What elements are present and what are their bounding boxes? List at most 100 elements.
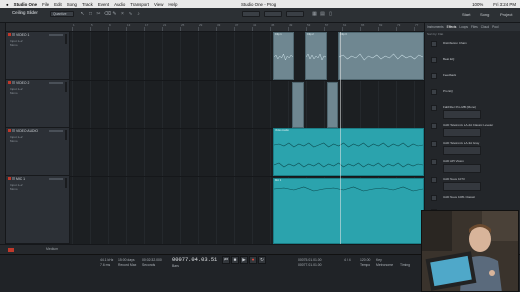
browser-item[interactable]: Pro EQ xyxy=(443,89,453,93)
edit-view-icon[interactable]: ▤ xyxy=(320,12,325,17)
loop-start[interactable]: 00075.01.01.00 xyxy=(298,258,322,262)
timebase-dropdown[interactable] xyxy=(264,11,282,17)
audio-clip[interactable]: Mic 1 xyxy=(273,178,424,244)
ruler-bar-number: 49 xyxy=(289,23,293,27)
metronome-label[interactable]: Metronome xyxy=(376,263,393,267)
loop-end[interactable]: 00077.01.01.00 xyxy=(298,263,322,267)
start-page-button[interactable]: Start xyxy=(462,12,470,17)
grid-icon[interactable]: ▦ xyxy=(312,12,317,17)
mute-tool-icon[interactable]: × xyxy=(120,12,125,17)
menu-view[interactable]: View xyxy=(154,2,163,7)
record-arm-button[interactable] xyxy=(8,33,11,36)
volume-slider[interactable] xyxy=(49,130,63,132)
stop-button[interactable]: ■ xyxy=(231,256,239,264)
position-bars[interactable]: 00077.04.03.51 xyxy=(172,257,217,263)
arrange-view[interactable]: Clip 1 Clip 2 Clip 3 Video Audio Mic 1 xyxy=(70,32,424,244)
track-name[interactable]: VIDEO 2 xyxy=(16,81,29,85)
track-name[interactable]: VIDEO 1 xyxy=(16,33,29,37)
ruler-tick xyxy=(360,27,361,31)
tab-effects[interactable]: Effects xyxy=(447,25,457,29)
loop-button[interactable]: ↻ xyxy=(258,256,266,264)
menu-help[interactable]: Help xyxy=(168,2,177,7)
timeline-ruler[interactable]: 1 5 9 13 17 21 25 29 33 37 41 45 49 53 57 61 65 69 73 77 xyxy=(6,23,424,32)
audio-clip[interactable] xyxy=(292,82,304,128)
play-button[interactable]: ▶ xyxy=(240,256,248,264)
menu-song[interactable]: Song xyxy=(67,2,77,7)
audio-clip[interactable]: Clip 1 xyxy=(273,32,294,80)
audio-clip[interactable] xyxy=(327,82,338,128)
project-page-button[interactable]: Project xyxy=(500,12,512,17)
app-menu[interactable]: Studio One xyxy=(14,2,37,7)
snap-dropdown[interactable]: Quantize xyxy=(50,11,74,17)
track-mode: Mono xyxy=(10,91,18,95)
browser-item[interactable]: Feedback xyxy=(443,73,456,77)
menu-edit[interactable]: Edit xyxy=(54,2,62,7)
volume-slider[interactable] xyxy=(49,82,63,84)
timing-label[interactable]: Timing xyxy=(400,263,410,267)
track-mode: Mono xyxy=(10,187,18,191)
key-label[interactable]: Key xyxy=(376,258,382,262)
browser-item[interactable]: Beat EQ xyxy=(443,57,454,61)
record-arm-button[interactable] xyxy=(8,129,11,132)
eraser-tool-icon[interactable]: ⌫ xyxy=(104,12,111,17)
monitor-button[interactable] xyxy=(12,81,15,84)
grid-line xyxy=(198,32,199,244)
record-arm-button[interactable] xyxy=(8,177,11,180)
browser-item[interactable]: UAD API Vision xyxy=(443,159,464,163)
browser-tabs: Instruments Effects Loops Files Cloud Po… xyxy=(425,23,520,31)
time-signature[interactable]: 4 / 4 xyxy=(344,258,351,262)
level-meter xyxy=(65,34,67,44)
split-tool-icon[interactable]: ✂ xyxy=(96,12,101,17)
listen-tool-icon[interactable]: ♪ xyxy=(136,12,141,17)
browser-item[interactable]: UAD Teletronix LA-2A Classic Leveler xyxy=(443,123,493,127)
mix-view-icon[interactable]: ▯ xyxy=(328,12,333,17)
monitor-button[interactable] xyxy=(12,33,15,36)
audio-clip[interactable]: Clip 3 xyxy=(338,32,424,80)
bend-tool-icon[interactable]: ∿ xyxy=(128,12,133,17)
quantize-dropdown[interactable] xyxy=(242,11,260,17)
rewind-button[interactable]: ⏮ xyxy=(222,256,230,264)
browser-item[interactable]: FabFilter Pro-MB (Mono) xyxy=(443,105,476,109)
monitor-button[interactable] xyxy=(12,129,15,132)
record-button[interactable]: ● xyxy=(249,256,257,264)
track-header[interactable]: VIDEO 1 Input 1+2 Mono xyxy=(6,32,70,80)
audio-clip[interactable]: Video Audio xyxy=(273,128,424,176)
track-header[interactable]: VIDEO 2 Input 1+2 Mono xyxy=(6,80,70,128)
browser-item[interactable]: Distribution Chain xyxy=(443,41,467,45)
menu-track[interactable]: Track xyxy=(82,2,93,7)
volume-slider[interactable] xyxy=(49,178,63,180)
menu-audio[interactable]: Audio xyxy=(114,2,125,7)
browser-item[interactable]: UAD Teletronix LA-3A Gray xyxy=(443,141,479,145)
browser-item[interactable]: UAD Neve 1081 Classic xyxy=(443,195,475,199)
snap-mode-dropdown[interactable] xyxy=(286,11,304,17)
track-name[interactable]: MIC 1 xyxy=(16,177,25,181)
tab-files[interactable]: Files xyxy=(471,25,478,29)
menu-transport[interactable]: Transport xyxy=(130,2,149,7)
browser-sort[interactable]: Sort by: Flat xyxy=(427,32,519,37)
ruler-bar-number: 29 xyxy=(199,23,203,27)
ruler-tick xyxy=(108,27,109,31)
menu-file[interactable]: File xyxy=(42,2,49,7)
range-tool-icon[interactable]: □ xyxy=(88,12,93,17)
tab-cloud[interactable]: Cloud xyxy=(481,25,489,29)
tab-pool[interactable]: Pool xyxy=(492,25,498,29)
menu-event[interactable]: Event xyxy=(98,2,109,7)
track-header[interactable]: VIDEO AUDIO Input 1+2 Mono xyxy=(6,128,70,176)
record-arm-button[interactable] xyxy=(8,81,11,84)
arrow-tool-icon[interactable]: ↖ xyxy=(80,12,85,17)
paint-tool-icon[interactable]: ✎ xyxy=(112,12,117,17)
browser-item[interactable]: UAD Neve 1073 xyxy=(443,177,465,181)
track-height-label[interactable]: Medium xyxy=(46,247,58,251)
tempo-value[interactable]: 120.00 xyxy=(360,258,370,262)
ruler-bar-number: 57 xyxy=(325,23,329,27)
tab-instruments[interactable]: Instruments xyxy=(427,25,444,29)
track-name[interactable]: VIDEO AUDIO xyxy=(16,129,38,133)
playhead[interactable] xyxy=(340,32,341,244)
song-page-button[interactable]: Song xyxy=(480,12,489,17)
apple-menu-icon[interactable]: ● xyxy=(6,2,9,7)
tab-loops[interactable]: Loops xyxy=(459,25,468,29)
audio-clip[interactable]: Clip 2 xyxy=(305,32,327,80)
track-header[interactable]: MIC 1 Input 1+2 Mono xyxy=(6,176,70,244)
volume-slider[interactable] xyxy=(49,34,63,36)
monitor-button[interactable] xyxy=(12,177,15,180)
